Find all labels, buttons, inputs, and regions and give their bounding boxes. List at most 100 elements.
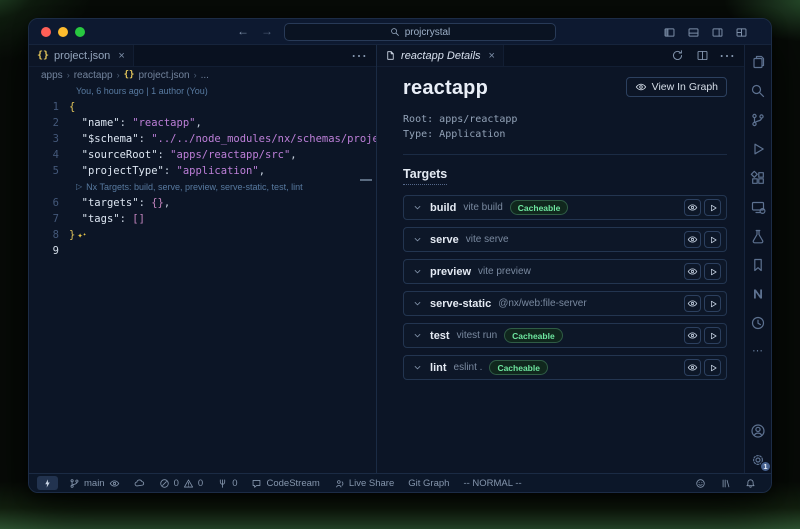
close-tab-icon[interactable]: × xyxy=(118,50,124,62)
line-number: 5 xyxy=(29,163,69,179)
code-line-3[interactable]: 3 "$schema": "../../node_modules/nx/sche… xyxy=(29,131,376,147)
settings-icon[interactable]: 1 xyxy=(750,452,766,468)
statusbar-feedback-smiley[interactable] xyxy=(688,478,713,489)
tab-label: reactapp Details xyxy=(401,50,481,62)
toggle-panel-icon[interactable] xyxy=(685,24,701,40)
additional-views-icon[interactable]: ⋯ xyxy=(752,344,764,357)
tab-project-json[interactable]: {} project.json × xyxy=(29,45,134,66)
show-target-config-button[interactable] xyxy=(684,231,701,248)
minimize-window-button[interactable] xyxy=(58,27,68,37)
breadcrumb-item-apps[interactable]: apps xyxy=(41,70,63,81)
extensions-icon[interactable] xyxy=(750,170,766,186)
statusbar-remote-indicator[interactable] xyxy=(37,476,58,490)
run-target-button[interactable] xyxy=(704,295,721,312)
codelens[interactable]: You, 6 hours ago | 1 author (You) xyxy=(29,83,376,99)
files-icon[interactable] xyxy=(750,54,766,70)
close-window-button[interactable] xyxy=(41,27,51,37)
sparkle-icon[interactable]: ✦✦ xyxy=(77,231,86,241)
statusbar-gitlens-commit[interactable] xyxy=(127,474,152,492)
code-line-7[interactable]: 7 "tags": [] xyxy=(29,211,376,227)
chevron-down-icon[interactable] xyxy=(412,298,423,309)
command-center-search[interactable]: projcrystal xyxy=(284,23,556,41)
run-target-button[interactable] xyxy=(704,359,721,376)
source-control-icon[interactable] xyxy=(750,112,766,128)
chevron-down-icon[interactable] xyxy=(412,234,423,245)
project-title: reactapp xyxy=(403,77,488,100)
run-target-button[interactable] xyxy=(704,199,721,216)
show-target-config-button[interactable] xyxy=(684,295,701,312)
line-number: 3 xyxy=(29,131,69,147)
line-content: "$schema": "../../node_modules/nx/schema… xyxy=(69,131,376,147)
toggle-sidebar-icon[interactable] xyxy=(661,24,677,40)
breadcrumb-item-[interactable]: ... xyxy=(201,70,209,81)
run-target-button[interactable] xyxy=(704,231,721,248)
maximize-window-button[interactable] xyxy=(75,27,85,37)
target-row-lint[interactable]: linteslint .Cacheable xyxy=(403,355,727,380)
target-row-serve[interactable]: servevite serve xyxy=(403,227,727,252)
code-line-1[interactable]: 1{ xyxy=(29,99,376,115)
target-row-serve-static[interactable]: serve-static@nx/web:file-server xyxy=(403,291,727,316)
search-icon[interactable] xyxy=(750,83,766,99)
code-line-8[interactable]: 8}✦✦ xyxy=(29,227,376,243)
codelens[interactable]: ▷Nx Targets: build, serve, preview, serv… xyxy=(29,179,376,195)
codelens-text: You, 6 hours ago | 1 author (You) xyxy=(76,83,208,99)
run-target-button[interactable] xyxy=(704,327,721,344)
statusbar-text: main xyxy=(84,478,105,489)
target-row-preview[interactable]: previewvite preview xyxy=(403,259,727,284)
statusbar-text: Live Share xyxy=(349,478,394,489)
statusbar-git-graph[interactable]: Git Graph xyxy=(401,474,456,492)
status-bar: main000CodeStreamLive ShareGit Graph-- N… xyxy=(29,473,771,492)
show-target-config-button[interactable] xyxy=(684,359,701,376)
more-actions-icon[interactable]: ⋯ xyxy=(719,46,735,66)
settings-badge: 1 xyxy=(760,461,771,472)
tab-reactapp-details[interactable]: reactapp Details × xyxy=(377,45,504,66)
statusbar-problems[interactable]: 00 xyxy=(152,474,211,492)
code-line-5[interactable]: 5 "projectType": "application", xyxy=(29,163,376,179)
target-row-build[interactable]: buildvite buildCacheable xyxy=(403,195,727,220)
nx-console-icon[interactable] xyxy=(750,286,766,302)
editor-layout-icon[interactable] xyxy=(733,24,749,40)
chevron-down-icon[interactable] xyxy=(412,330,423,341)
breadcrumb-item-reactapp[interactable]: reactapp xyxy=(74,70,113,81)
toggle-secondary-sidebar-icon[interactable] xyxy=(709,24,725,40)
code-line-9[interactable]: 9 xyxy=(29,243,376,259)
statusbar-notifications-bell[interactable] xyxy=(738,478,763,489)
statusbar-text: 0 xyxy=(198,478,203,489)
statusbar-text: Git Graph xyxy=(408,478,449,489)
run-debug-icon[interactable] xyxy=(750,141,766,157)
bookmarks-icon[interactable] xyxy=(750,257,766,273)
close-tab-icon[interactable]: × xyxy=(489,50,495,62)
remote-explorer-icon[interactable] xyxy=(750,199,766,215)
split-editor-icon[interactable] xyxy=(694,48,710,64)
show-target-config-button[interactable] xyxy=(684,199,701,216)
view-in-graph-button[interactable]: View In Graph xyxy=(626,77,727,97)
statusbar-library[interactable] xyxy=(713,478,738,489)
breadcrumb[interactable]: apps›reactapp›{}project.json›... xyxy=(29,67,376,83)
code-line-4[interactable]: 4 "sourceRoot": "apps/reactapp/src", xyxy=(29,147,376,163)
code-line-6[interactable]: 6 "targets": {}, xyxy=(29,195,376,211)
more-actions-icon[interactable]: ⋯ xyxy=(351,46,367,66)
statusbar-merge-status[interactable]: 0 xyxy=(210,474,244,492)
navigate-back-icon[interactable]: ← xyxy=(237,24,249,38)
refresh-icon[interactable] xyxy=(669,48,685,64)
account-icon[interactable] xyxy=(750,423,766,439)
statusbar-git-branch[interactable]: main xyxy=(62,474,127,492)
chevron-down-icon[interactable] xyxy=(412,202,423,213)
statusbar-codestream[interactable]: CodeStream xyxy=(244,474,326,492)
chevron-down-icon[interactable] xyxy=(412,266,423,277)
navigate-forward-icon[interactable]: → xyxy=(261,24,273,38)
history-icon[interactable] xyxy=(750,315,766,331)
statusbar-live-share[interactable]: Live Share xyxy=(327,474,401,492)
code-line-2[interactable]: 2 "name": "reactapp", xyxy=(29,115,376,131)
code-editor[interactable]: You, 6 hours ago | 1 author (You)1{2 "na… xyxy=(29,83,376,474)
cacheable-badge: Cacheable xyxy=(504,328,563,343)
chevron-down-icon[interactable] xyxy=(412,362,423,373)
show-target-config-button[interactable] xyxy=(684,327,701,344)
target-row-test[interactable]: testvitest runCacheable xyxy=(403,323,727,348)
show-target-config-button[interactable] xyxy=(684,263,701,280)
run-target-button[interactable] xyxy=(704,263,721,280)
statusbar-vim-mode[interactable]: -- NORMAL -- xyxy=(456,474,528,492)
eye-icon xyxy=(109,478,120,489)
testing-icon[interactable] xyxy=(750,228,766,244)
breadcrumb-item-projectjson[interactable]: project.json xyxy=(138,70,189,81)
